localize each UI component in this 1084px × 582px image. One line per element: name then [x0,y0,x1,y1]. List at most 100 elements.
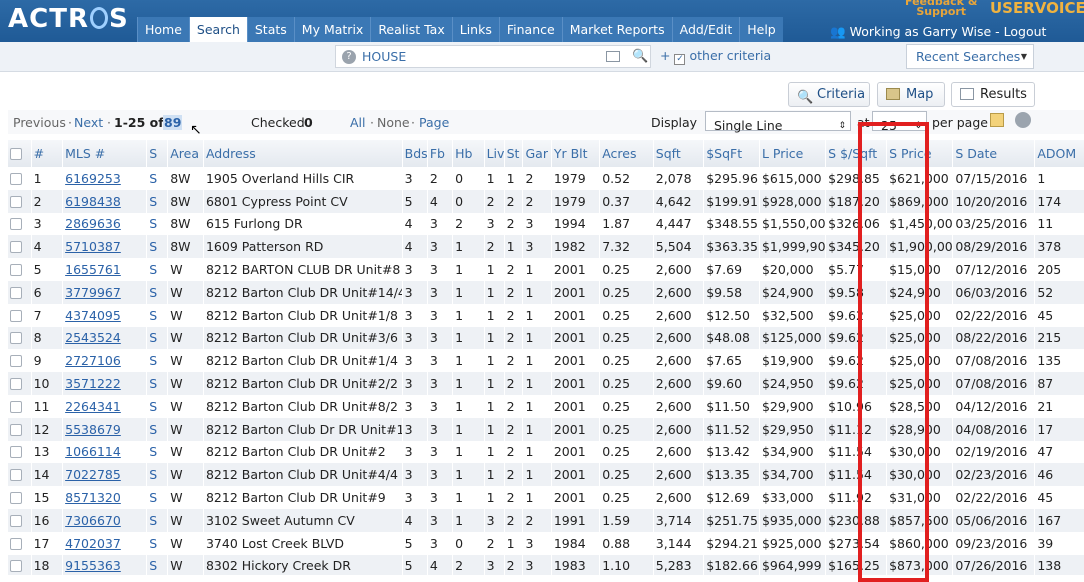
nav-tab-home[interactable]: Home [137,17,189,42]
row-checkbox-cell[interactable] [8,212,32,236]
table-row[interactable]: 11 2264341 S W 8212 Barton Club DR Unit#8/2 3… [8,394,1084,418]
row-checkbox[interactable] [10,355,22,368]
mls-link[interactable]: 7022785 [62,463,148,487]
other-criteria[interactable]: + ✓ other criteria [660,48,771,65]
results-button[interactable]: Results [951,82,1035,107]
row-checkbox[interactable] [10,400,22,413]
row-checkbox-cell[interactable] [8,235,32,259]
row-checkbox[interactable] [10,423,22,436]
select-all-checkbox-cell[interactable] [8,140,32,167]
row-checkbox-cell[interactable] [8,417,32,441]
mls-link[interactable]: 1066114 [62,440,148,464]
gear-icon[interactable] [1015,112,1031,128]
column-header[interactable]: Fb [427,140,454,167]
mls-link[interactable]: 2543524 [62,326,148,350]
mls-link[interactable]: 2869636 [62,212,148,236]
nav-tab-stats[interactable]: Stats [246,17,294,42]
table-row[interactable]: 16 7306670 S W 3102 Sweet Autumn CV 4 3 1 3 2 2 199… [8,508,1084,532]
column-header[interactable]: S $/Sqft [825,140,888,167]
row-checkbox-cell[interactable] [8,280,32,304]
column-header[interactable]: Acres [599,140,654,167]
row-checkbox-cell[interactable] [8,167,32,190]
table-row[interactable]: 1 6169253 S 8W 1905 Overland Hills CIR 3 2 0 1 1 2… [8,167,1084,190]
display-select[interactable]: Single Line ⇕ [705,111,851,133]
table-row[interactable]: 18 9155363 S W 8302 Hickory Creek DR 5 4 2 3 2 3 19… [8,554,1084,575]
select-page-link[interactable]: Page [419,115,449,130]
row-checkbox[interactable] [10,264,22,277]
row-checkbox-cell[interactable] [8,349,32,373]
table-row[interactable]: 4 5710387 S 8W 1609 Patterson RD 4 3 1 2 1 3 1982 7.… [8,235,1084,259]
grid-icon[interactable] [990,113,1004,127]
row-checkbox-cell[interactable] [8,531,32,555]
feedback-link[interactable]: Feedback & Support [905,0,977,17]
mls-link[interactable]: 4702037 [62,531,148,555]
row-checkbox-cell[interactable] [8,189,32,213]
actris-logo[interactable]: ACTR S [8,4,129,34]
column-header[interactable]: S Date [952,140,1036,167]
table-row[interactable]: 6 3779967 S W 8212 Barton Club DR Unit#14/4 3… [8,280,1084,304]
table-row[interactable]: 5 1655761 S W 8212 BARTON CLUB DR Unit#8 3 3 1 1… [8,258,1084,281]
row-checkbox-cell[interactable] [8,258,32,281]
mls-link[interactable]: 6198438 [62,189,148,213]
row-checkbox[interactable] [10,309,22,322]
column-header[interactable]: ADOM [1034,140,1084,167]
nav-tab-add-edit[interactable]: Add/Edit [671,17,740,42]
criteria-button[interactable]: 🔍 Criteria [788,82,870,107]
row-checkbox-cell[interactable] [8,554,32,575]
nav-tab-my-matrix[interactable]: My Matrix [293,17,371,42]
previous-link[interactable]: Previous [13,115,66,130]
mls-link[interactable]: 7306670 [62,508,148,532]
search-query[interactable]: HOUSE [362,49,406,64]
column-header[interactable]: Address [203,140,403,167]
column-header[interactable]: Area [167,140,204,167]
column-header[interactable]: Hb [452,140,485,167]
row-checkbox-cell[interactable] [8,372,32,395]
mls-link[interactable]: 3571222 [62,372,148,395]
row-checkbox[interactable] [10,469,22,482]
row-checkbox[interactable] [10,241,22,254]
nav-tab-help[interactable]: Help [739,17,783,42]
row-checkbox-cell[interactable] [8,303,32,327]
row-checkbox[interactable] [10,172,22,185]
search-icon[interactable]: 🔍 [632,49,648,64]
column-header[interactable]: Bds [402,140,428,167]
nav-tab-finance[interactable]: Finance [498,17,562,42]
row-checkbox-cell[interactable] [8,486,32,509]
table-row[interactable]: 8 2543524 S W 8212 Barton Club DR Unit#3/6 3 3… [8,326,1084,350]
column-header[interactable]: Yr Blt [551,140,601,167]
mls-link[interactable]: 5710387 [62,235,148,259]
mls-link[interactable]: 2264341 [62,394,148,418]
column-header[interactable]: S [146,140,169,167]
mls-link[interactable]: 6169253 [62,167,148,190]
column-header[interactable]: S Price [886,140,954,167]
row-checkbox-cell[interactable] [8,394,32,418]
row-checkbox-cell[interactable] [8,508,32,532]
column-header[interactable]: Liv [484,140,505,167]
table-row[interactable]: 15 8571320 S W 8212 Barton Club DR Unit#9 3 3 1… [8,486,1084,509]
column-header[interactable]: L Price [759,140,827,167]
nav-tab-market-reports[interactable]: Market Reports [561,17,672,42]
uservoice-logo[interactable]: USERVOICE [990,0,1084,17]
row-checkbox-cell[interactable] [8,463,32,487]
mls-link[interactable]: 5538679 [62,417,148,441]
mls-link[interactable]: 9155363 [62,554,148,575]
mls-link[interactable]: 8571320 [62,486,148,509]
table-row[interactable]: 10 3571222 S W 8212 Barton Club DR Unit#2/2 3… [8,372,1084,395]
row-checkbox[interactable] [10,446,22,459]
column-header[interactable]: $SqFt [703,140,760,167]
row-checkbox[interactable] [10,378,22,391]
map-button[interactable]: Map [877,82,945,107]
column-header[interactable]: Gar [522,140,552,167]
mls-link[interactable]: 2727106 [62,349,148,373]
table-row[interactable]: 14 7022785 S W 8212 Barton Club DR Unit#4/4 3… [8,463,1084,487]
row-checkbox-cell[interactable] [8,326,32,350]
card-icon[interactable] [606,51,620,62]
search-box[interactable]: ? HOUSE 🔍 [335,45,651,68]
mls-link[interactable]: 4374095 [62,303,148,327]
recent-searches-dropdown[interactable]: Recent Searches ▼ [906,44,1034,69]
select-none-link[interactable]: None [377,115,410,130]
nav-tab-links[interactable]: Links [451,17,499,42]
row-checkbox-cell[interactable] [8,440,32,464]
nav-tab-realist-tax[interactable]: Realist Tax [370,17,452,42]
table-row[interactable]: 17 4702037 S W 3740 Lost Creek BLVD 5 3 0 2 1 3 198… [8,531,1084,555]
